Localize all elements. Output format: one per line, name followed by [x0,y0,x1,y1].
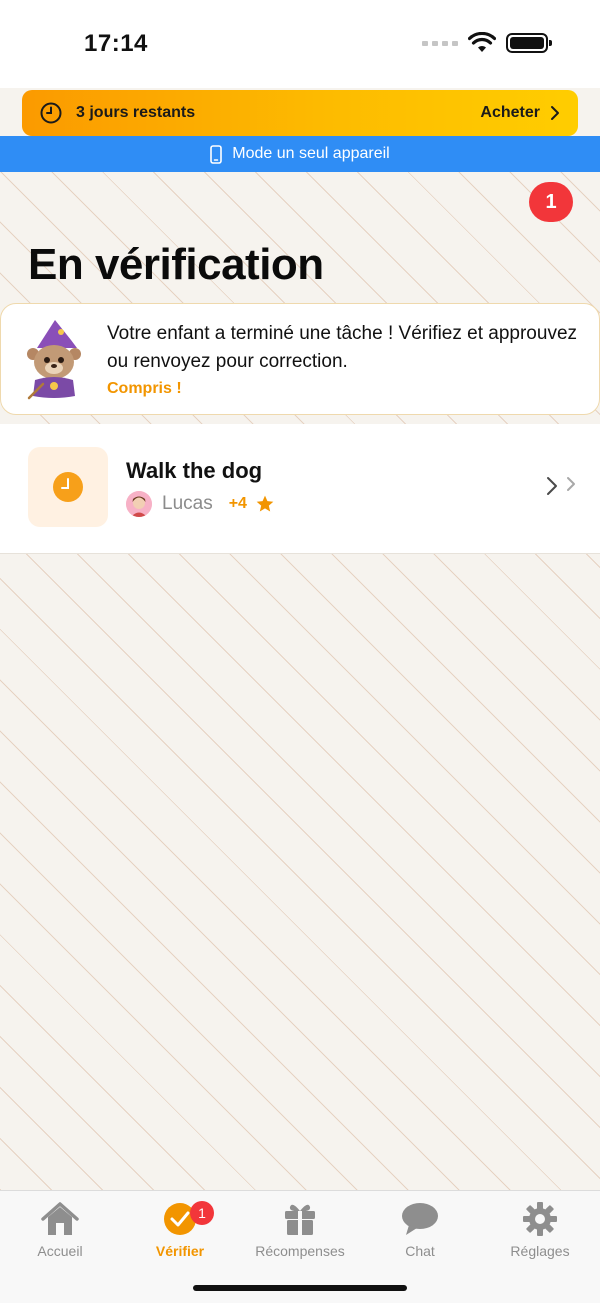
phone-icon [210,144,223,164]
chevron-right-icon [547,477,557,495]
task-chevrons [546,476,576,496]
child-name: Lucas [162,493,213,514]
tab-label: Réglages [510,1243,570,1259]
star-icon [256,495,274,512]
task-points: +4 [228,495,247,512]
tab-label: Chat [405,1243,435,1259]
mode-bar-label: Mode un seul appareil [232,145,390,162]
tab-label: Récompenses [255,1243,345,1259]
buy-label: Acheter [480,104,540,121]
tab-verify[interactable]: 1 Vérifier [120,1199,240,1259]
task-title: Walk the dog [126,458,263,483]
page-title: En vérification [28,240,324,289]
task-icon-box [28,447,108,527]
tab-rewards[interactable]: Récompenses [240,1199,360,1259]
gift-icon [240,1199,360,1239]
chat-bubble-icon [360,1199,480,1239]
chevron-right-icon [567,477,575,491]
wifi-icon [468,32,496,52]
trial-remaining-text: 3 jours restants [76,104,196,121]
house-icon [0,1199,120,1239]
status-time: 17:14 [84,30,148,57]
notification-badge[interactable]: 1 [529,182,573,222]
child-avatar [126,491,152,517]
chevron-right-icon [551,106,559,120]
tab-label: Vérifier [155,1243,205,1259]
tab-settings[interactable]: Réglages [480,1199,600,1259]
got-it-link[interactable]: Compris ! [107,380,182,398]
task-row[interactable]: Walk the dog Lucas +4 [0,424,600,554]
check-circle-icon: 1 [120,1199,240,1239]
home-indicator[interactable] [193,1285,407,1291]
clock-icon [40,102,62,124]
tab-chat[interactable]: Chat [360,1199,480,1259]
info-message: Votre enfant a terminé une tâche ! Vérif… [107,323,578,372]
status-icons [422,32,552,54]
status-bar: 17:14 [0,0,600,88]
clock-icon [53,472,83,502]
battery-icon [506,33,552,53]
cellular-signal-icon [422,40,458,46]
tab-label: Accueil [37,1243,83,1259]
wizard-bear-mascot-icon [27,320,81,400]
tab-home[interactable]: Accueil [0,1199,120,1259]
info-card: Votre enfant a terminé une tâche ! Vérif… [0,303,600,415]
single-device-mode-bar[interactable]: Mode un seul appareil [0,136,600,172]
tab-badge: 1 [190,1201,214,1225]
gear-icon [480,1199,600,1239]
task-meta: Lucas +4 [126,491,275,517]
trial-banner[interactable]: 3 jours restants Acheter [22,90,578,136]
buy-button[interactable]: Acheter [480,104,560,122]
